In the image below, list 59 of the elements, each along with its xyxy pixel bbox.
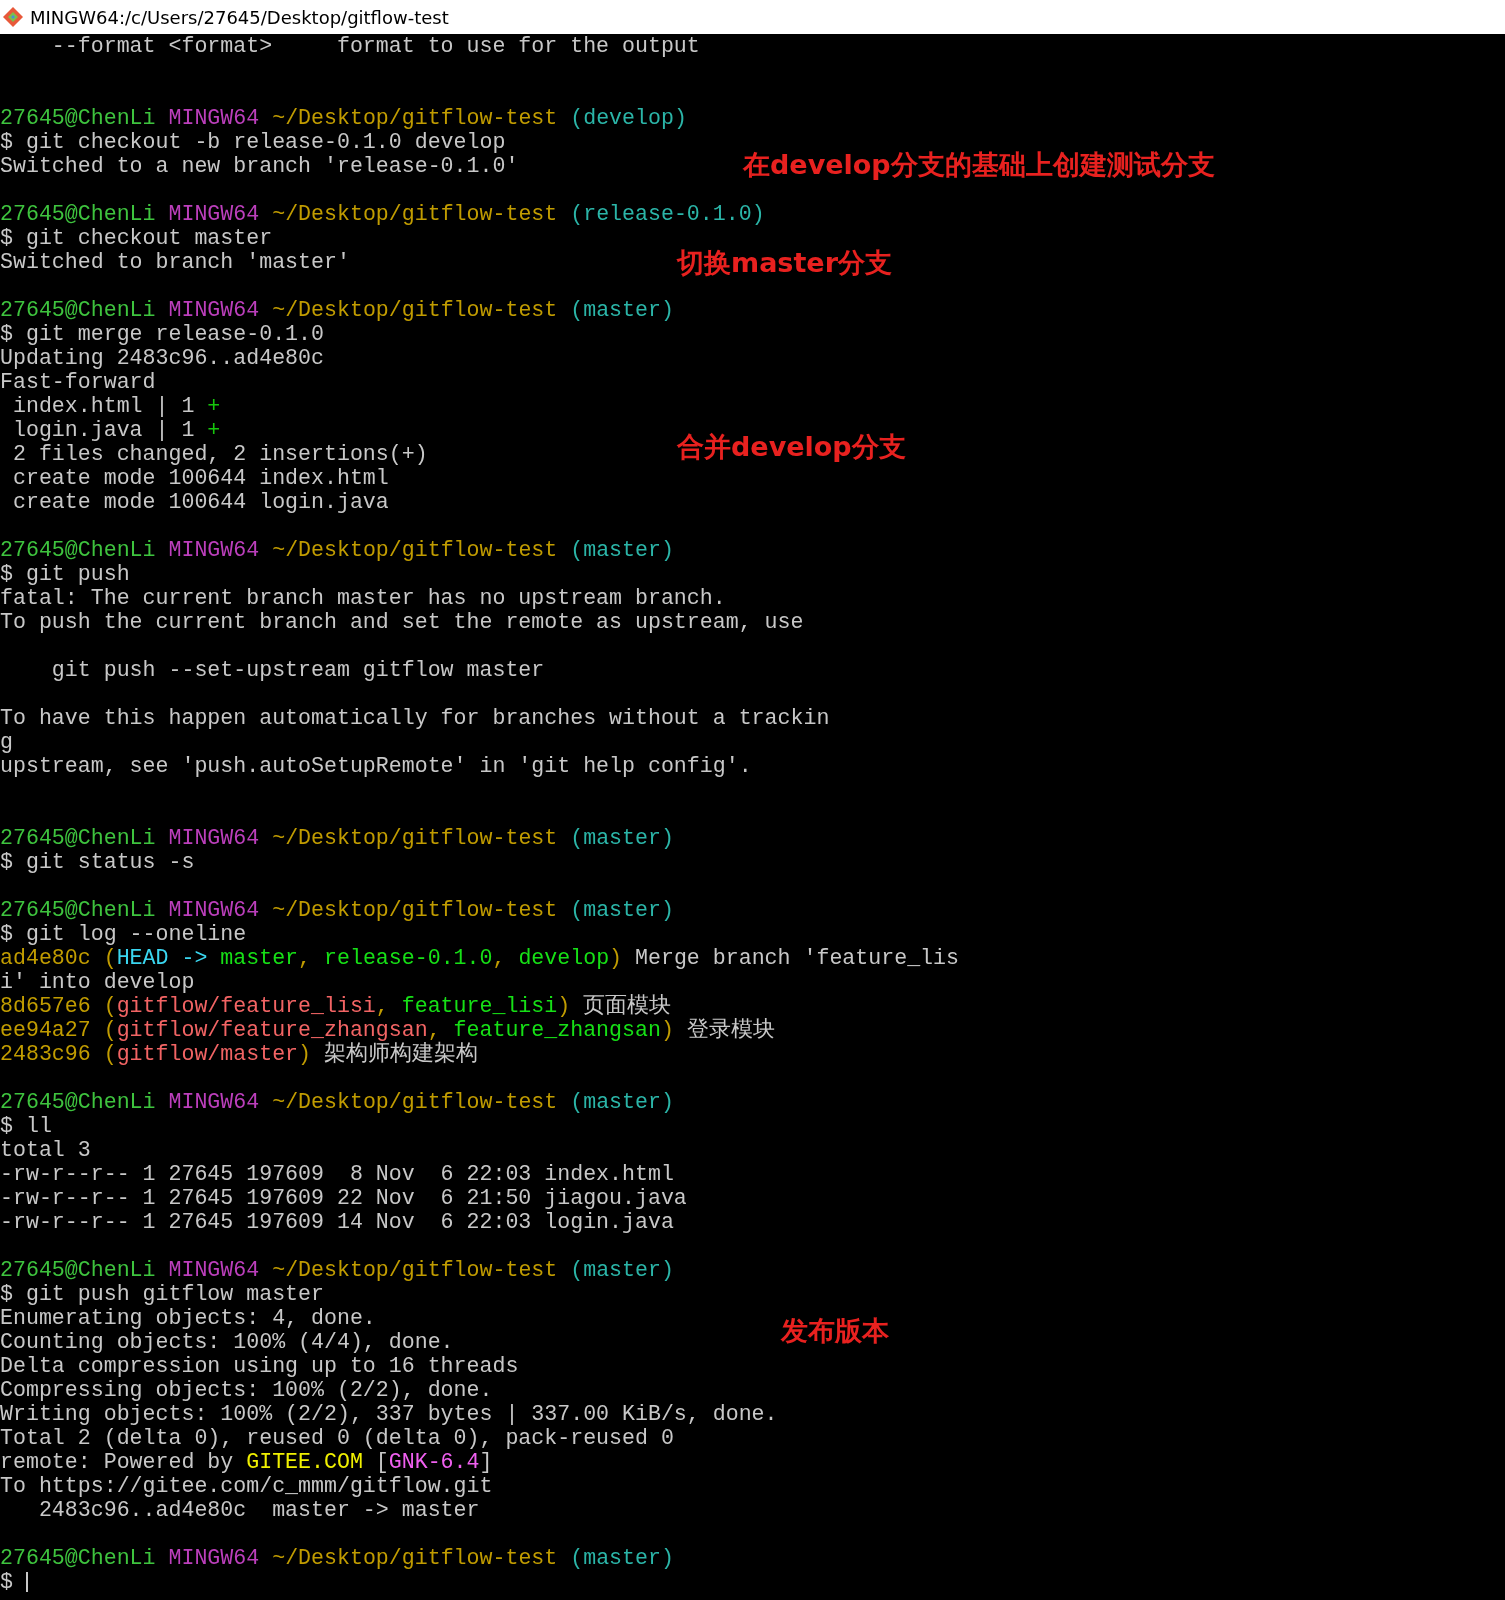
terminal-line: Updating 2483c96..ad4e80c (0, 346, 324, 370)
terminal-line: $ git merge release-0.1.0 (0, 322, 324, 346)
terminal-line: -rw-r--r-- 1 27645 197609 14 Nov 6 22:03 login.java (0, 1210, 674, 1234)
terminal-line: To https://gitee.com/c_mmm/gitflow.git (0, 1474, 493, 1498)
window-title: MINGW64:/c/Users/27645/Desktop/gitflow-test (30, 6, 449, 28)
terminal-line: Switched to a new branch 'release-0.1.0' (0, 154, 519, 178)
terminal-line: $ git push (0, 562, 130, 586)
prompt-line: 27645@ChenLi MINGW64 ~/Desktop/gitflow-test (master) (0, 826, 674, 850)
annotation-text: 在develop分支的基础上创建测试分支 (743, 148, 1215, 182)
annotation-text: 切换master分支 (677, 246, 892, 280)
terminal-line: login.java | 1 + (11, 418, 221, 442)
terminal-line: remote: Powered by GITEE.COM [GNK-6.4] (0, 1450, 493, 1474)
prompt-line: 27645@ChenLi MINGW64 ~/Desktop/gitflow-test (master) (0, 1258, 674, 1282)
prompt-line: 27645@ChenLi MINGW64 ~/Desktop/gitflow-test (master) (0, 538, 674, 562)
annotation-text: 合并develop分支 (677, 430, 906, 464)
command-input[interactable]: $ (0, 1570, 26, 1594)
terminal-line: i' into develop (0, 970, 195, 994)
prompt-line: 27645@ChenLi MINGW64 ~/Desktop/gitflow-test (master) (0, 298, 674, 322)
terminal-line: To push the current branch and set the remote as upstream, use (0, 610, 804, 634)
terminal-line: upstream, see 'push.autoSetupRemote' in 'git help config'. (0, 754, 752, 778)
terminal-line: Counting objects: 100% (4/4), done. (0, 1330, 454, 1354)
terminal-line: Enumerating objects: 4, done. (0, 1306, 376, 1330)
text-cursor (25, 1572, 28, 1592)
terminal-line: -rw-r--r-- 1 27645 197609 22 Nov 6 21:50 jiagou.java (0, 1186, 687, 1210)
terminal-line: ad4e80c (HEAD -> master, release-0.1.0, develop) Merge branch 'feature_lis (0, 946, 959, 970)
terminal-line: To have this happen automatically for branches without a trackin (0, 706, 830, 730)
terminal-line: $ git push gitflow master (0, 1282, 324, 1306)
prompt-line: 27645@ChenLi MINGW64 ~/Desktop/gitflow-test (master) (0, 898, 674, 922)
prompt-line: 27645@ChenLi MINGW64 ~/Desktop/gitflow-test (master) (0, 1546, 674, 1570)
prompt-line: 27645@ChenLi MINGW64 ~/Desktop/gitflow-test (release-0.1.0) (0, 202, 765, 226)
terminal-line: 8d657e6 (gitflow/feature_lisi, feature_lisi) 页面模块 (0, 994, 672, 1018)
terminal-line: fatal: The current branch master has no upstream branch. (0, 586, 726, 610)
terminal-line: 2 files changed, 2 insertions(+) (11, 442, 428, 466)
terminal-line: create mode 100644 index.html (11, 466, 389, 490)
prompt-line: 27645@ChenLi MINGW64 ~/Desktop/gitflow-test (develop) (0, 106, 687, 130)
terminal-line: Compressing objects: 100% (2/2), done. (0, 1378, 493, 1402)
terminal-line: g (0, 730, 13, 754)
annotation-text: 发布版本 (781, 1314, 889, 1348)
terminal-line: Total 2 (delta 0), reused 0 (delta 0), pack-reused 0 (0, 1426, 674, 1450)
terminal-line: Writing objects: 100% (2/2), 337 bytes | 337.00 KiB/s, done. (0, 1402, 778, 1426)
terminal-line: $ git checkout -b release-0.1.0 develop (0, 130, 506, 154)
prompt-line: 27645@ChenLi MINGW64 ~/Desktop/gitflow-test (master) (0, 1090, 674, 1114)
terminal-line: $ git checkout master (0, 226, 273, 250)
diamond-icon (2, 6, 24, 28)
terminal-line: 2483c96..ad4e80c master -> master (37, 1498, 480, 1522)
terminal-line: total 3 (0, 1138, 91, 1162)
terminal-line: $ git status -s (0, 850, 195, 874)
terminal-line: $ git log --oneline (0, 922, 247, 946)
terminal-line: Delta compression using up to 16 threads (0, 1354, 519, 1378)
terminal-line: index.html | 1 + (11, 394, 221, 418)
terminal-line: 2483c96 (gitflow/master) 架构师构建架构 (0, 1042, 478, 1066)
terminal-line: $ ll (0, 1114, 52, 1138)
terminal-line: -rw-r--r-- 1 27645 197609 8 Nov 6 22:03 index.html (0, 1162, 674, 1186)
terminal-line: create mode 100644 login.java (11, 490, 389, 514)
terminal-line: Switched to branch 'master' (0, 250, 350, 274)
terminal-line: --format <format> format to use for the output (50, 34, 700, 58)
terminal-line: ee94a27 (gitflow/feature_zhangsan, feature_zhangsan) 登录模块 (0, 1018, 775, 1042)
terminal-line: git push --set-upstream gitflow master (50, 658, 545, 682)
terminal-line: Fast-forward (0, 370, 156, 394)
